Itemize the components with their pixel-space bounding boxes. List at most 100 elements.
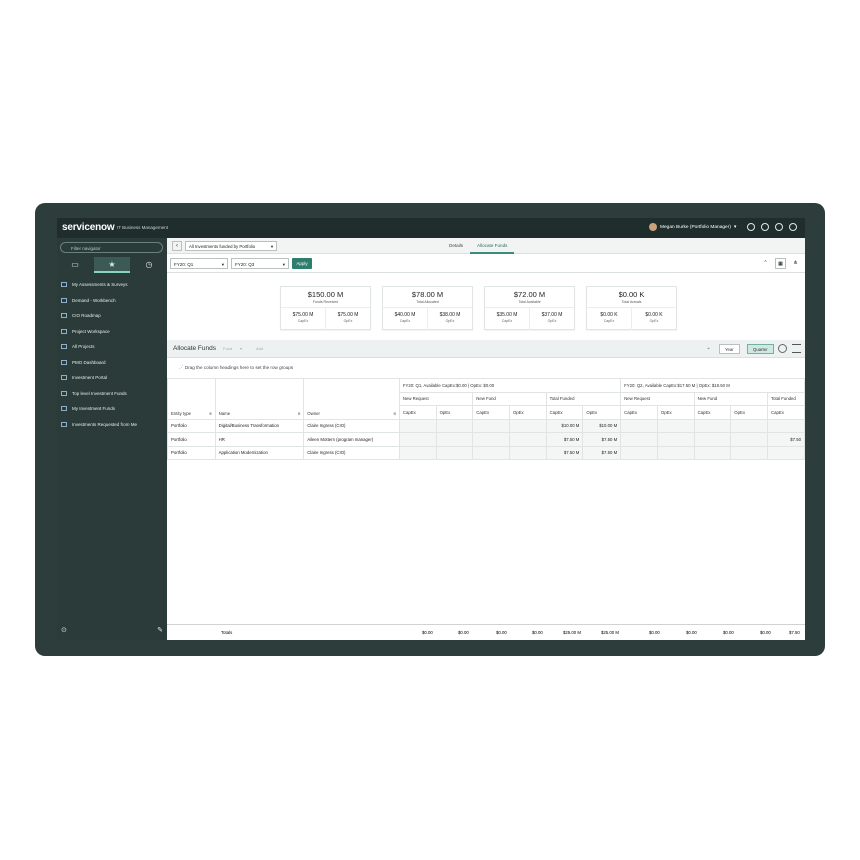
cell-editable[interactable] xyxy=(508,432,547,447)
table-row[interactable]: Portfolio HR Aileen Mottern (program man… xyxy=(167,432,805,447)
filter-icon[interactable]: ⏷ xyxy=(707,346,710,351)
hierarchy-view-icon[interactable]: ⋔ xyxy=(790,258,801,269)
total-value: $0.00 xyxy=(649,630,660,635)
search-icon[interactable] xyxy=(747,223,755,231)
column-header-capex[interactable]: CapEx xyxy=(545,405,584,420)
column-menu-icon[interactable]: ≡ xyxy=(209,411,212,416)
cell-editable[interactable] xyxy=(730,418,768,433)
column-header-opex[interactable]: OpEx xyxy=(730,405,768,420)
chevron-down-icon: ▾ xyxy=(221,262,224,267)
column-menu-icon[interactable]: ≡ xyxy=(393,411,396,416)
sidebar-item[interactable]: CIO Roadmap xyxy=(57,308,167,324)
cell-editable[interactable] xyxy=(472,418,510,433)
settings-circle-icon[interactable]: ⊙ xyxy=(61,626,67,634)
cell-editable[interactable] xyxy=(656,418,695,433)
grid-view-icon[interactable]: ▦ xyxy=(775,258,786,269)
filter-navigator-input[interactable]: Filter navigator xyxy=(60,242,163,253)
top-bar: servicenow IT Business Management Megan … xyxy=(57,218,805,238)
tab-details[interactable]: Details xyxy=(442,238,470,254)
edit-pencil-icon[interactable]: ✎ xyxy=(157,626,163,634)
column-header-opex[interactable]: OpEx xyxy=(656,405,695,420)
cell-editable[interactable] xyxy=(656,432,695,447)
table-row[interactable]: Portfolio Digital/Business Transformatio… xyxy=(167,418,805,433)
gear-icon[interactable] xyxy=(789,223,797,231)
column-header-name[interactable]: Name ≡ xyxy=(214,378,305,420)
cell-editable[interactable] xyxy=(693,418,732,433)
cell-editable[interactable] xyxy=(656,445,695,460)
column-header-owner[interactable]: Owner ≡ xyxy=(303,378,400,420)
sidebar-item[interactable]: Top level Investment Funds xyxy=(57,386,167,402)
cell-editable[interactable] xyxy=(472,445,510,460)
sidebar-item[interactable]: Investment Portal xyxy=(57,370,167,386)
sidebar-item[interactable]: My Investment Funds xyxy=(57,401,167,417)
cell-editable[interactable] xyxy=(620,432,658,447)
info-icon[interactable] xyxy=(778,344,787,353)
sidebar-item[interactable]: Investments Requested from Me xyxy=(57,417,167,433)
cell-editable[interactable] xyxy=(730,432,768,447)
sidebar-item[interactable]: All Projects xyxy=(57,339,167,355)
servicenow-logo[interactable]: servicenow xyxy=(62,222,115,233)
sidebar-item[interactable]: My Assessments & Surveys xyxy=(57,277,167,293)
sidebar-item[interactable]: Demand - Workbench xyxy=(57,293,167,309)
user-menu[interactable]: Megan Burke (Portfolio Manager) ▾ xyxy=(649,223,736,231)
period-to-select[interactable]: FY20: Q3 ▾ xyxy=(231,258,289,269)
cell-editable[interactable] xyxy=(730,445,768,460)
portfolio-select[interactable]: All Investments funded by Portfolio ▾ xyxy=(185,241,277,251)
column-header-capex[interactable]: CapEx xyxy=(766,405,805,420)
column-header-entity-type[interactable]: Entity type ≡ xyxy=(167,378,216,420)
all-apps-icon[interactable]: ▭ xyxy=(57,257,93,273)
chat-icon[interactable] xyxy=(761,223,769,231)
cell-editable[interactable] xyxy=(435,445,474,460)
hierarchy-icon xyxy=(61,390,67,396)
cell-editable[interactable] xyxy=(398,418,437,433)
column-menu-icon[interactable]: ≡ xyxy=(298,411,301,416)
nav-list: My Assessments & Surveys Demand - Workbe… xyxy=(57,277,167,432)
column-header-opex[interactable]: OpEx xyxy=(435,405,474,420)
cell-owner: Claire Ingress (CIO) xyxy=(303,418,400,433)
total-actuals-card: $0.00 K Total Actuals $0.00 K CapEx $0.00 … xyxy=(586,286,677,330)
table-row[interactable]: Portfolio Application Modernization Clai… xyxy=(167,445,805,460)
cell-editable[interactable] xyxy=(435,432,474,447)
column-header-capex[interactable]: CapEx xyxy=(693,405,732,420)
help-icon[interactable] xyxy=(775,223,783,231)
cell-editable[interactable] xyxy=(435,418,474,433)
favorites-star-icon[interactable]: ★ xyxy=(94,257,130,273)
collapse-chevron-icon[interactable]: ⌃ xyxy=(760,258,771,269)
tab-bar: Details Allocate Funds xyxy=(442,238,515,254)
cell-editable[interactable] xyxy=(472,432,510,447)
history-clock-icon[interactable]: ◷ xyxy=(131,257,167,273)
apply-button[interactable]: Apply xyxy=(292,258,312,269)
list-icon xyxy=(61,344,67,350)
cell-name: Digital/Business Transformation xyxy=(214,418,305,433)
back-button[interactable]: ‹ xyxy=(172,241,182,251)
cell-editable[interactable] xyxy=(693,432,732,447)
cell-editable[interactable] xyxy=(508,418,547,433)
tab-allocate-funds[interactable]: Allocate Funds xyxy=(470,238,515,254)
sidebar-item[interactable]: PMO Dashboard xyxy=(57,355,167,371)
cell-owner: Aileen Mottern (program manager) xyxy=(303,432,400,447)
hierarchy-icon xyxy=(61,406,67,412)
year-toggle[interactable]: Year xyxy=(719,344,740,354)
column-header-opex[interactable]: OpEx xyxy=(582,405,622,420)
fund-button[interactable]: Fund xyxy=(223,346,232,351)
add-button[interactable]: Add xyxy=(256,346,263,351)
column-header-capex[interactable]: CapEx xyxy=(398,405,437,420)
cell-editable[interactable] xyxy=(620,445,658,460)
cell-editable[interactable] xyxy=(693,445,732,460)
column-header-capex[interactable]: CapEx xyxy=(620,405,658,420)
period-from-select[interactable]: FY20: Q1 ▾ xyxy=(170,258,228,269)
settings-sliders-icon[interactable] xyxy=(792,344,801,353)
total-value: $25.00 M xyxy=(601,630,619,635)
cell-editable[interactable] xyxy=(398,432,437,447)
cell-editable[interactable] xyxy=(508,445,547,460)
q2-header: FY20: Q2, Available CapEx:$17.50 M | OpE… xyxy=(620,378,805,393)
column-header-opex[interactable]: OpEx xyxy=(508,405,547,420)
total-value: $7.50 xyxy=(789,630,800,635)
cell-editable[interactable] xyxy=(398,445,437,460)
sidebar-item[interactable]: Project Workspace xyxy=(57,324,167,340)
quarter-toggle[interactable]: Quarter xyxy=(747,344,774,354)
column-header-capex[interactable]: CapEx xyxy=(472,405,510,420)
cell-total-capex: $7.50 M xyxy=(545,445,584,460)
total-value: $0.00 xyxy=(686,630,697,635)
cell-editable[interactable] xyxy=(620,418,658,433)
